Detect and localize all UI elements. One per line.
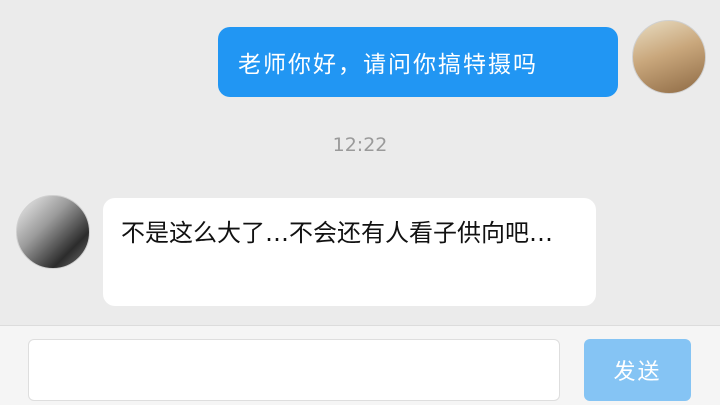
chat-area: 老师你好，请问你搞特摄吗 12:22 不是这么大了…不会还有人看子供向吧… bbox=[0, 0, 720, 325]
incoming-message-bubble[interactable]: 不是这么大了…不会还有人看子供向吧… bbox=[103, 198, 596, 306]
incoming-message-text: 不是这么大了…不会还有人看子供向吧… bbox=[121, 219, 553, 247]
message-timestamp: 12:22 bbox=[332, 134, 388, 156]
composer-bar: 发送 bbox=[0, 325, 720, 405]
self-avatar[interactable] bbox=[632, 20, 706, 94]
outgoing-message-text: 老师你好，请问你搞特摄吗 bbox=[238, 52, 538, 78]
message-input[interactable] bbox=[28, 339, 560, 401]
outgoing-message-bubble[interactable]: 老师你好，请问你搞特摄吗 bbox=[218, 27, 618, 97]
send-button-label: 发送 bbox=[613, 360, 662, 385]
contact-avatar[interactable] bbox=[16, 195, 90, 269]
send-button[interactable]: 发送 bbox=[584, 339, 691, 401]
